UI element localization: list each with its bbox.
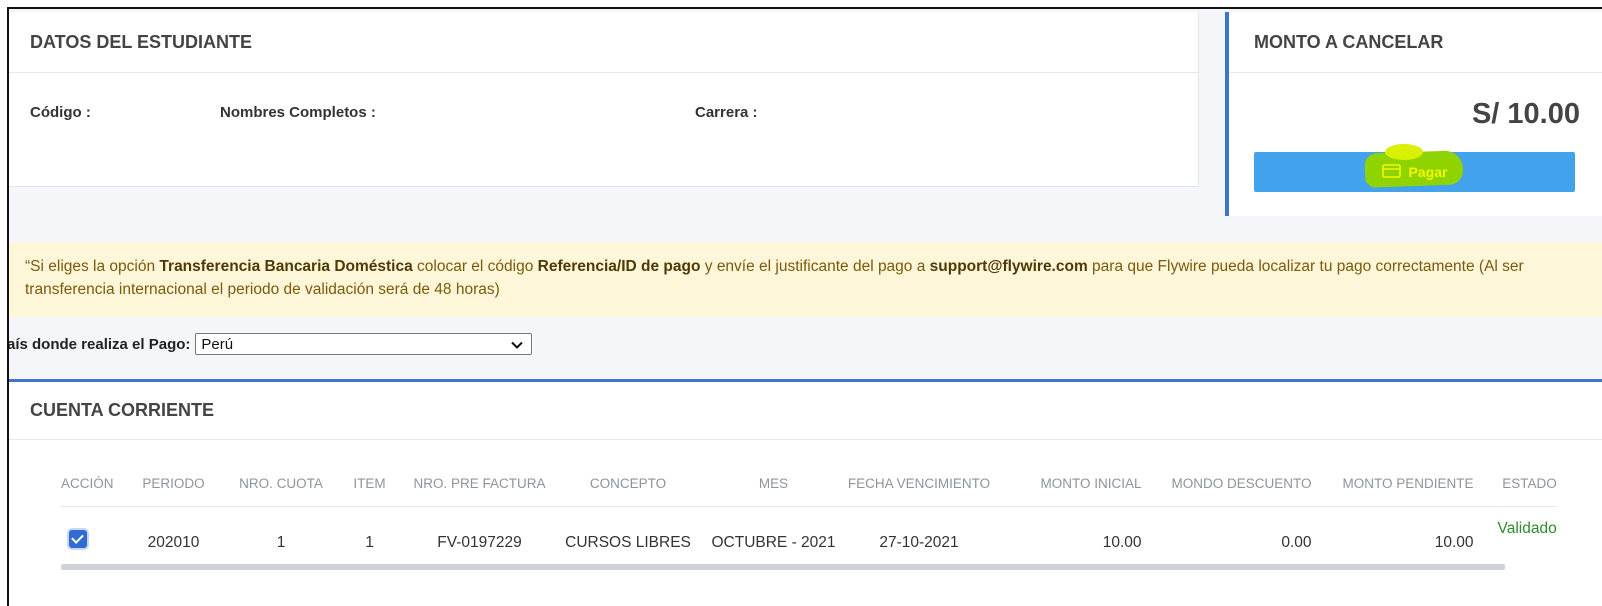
account-card: CUENTA CORRIENTE ACCIÓN PERIODO NRO. CUO… — [9, 379, 1602, 606]
col-estado: ESTADO — [1473, 476, 1557, 507]
col-item: ITEM — [328, 476, 411, 507]
notice-text-2: colocar el código — [412, 258, 538, 275]
col-accion: ACCIÓN — [61, 476, 114, 507]
col-mes: MES — [707, 476, 840, 507]
page-frame: DATOS DEL ESTUDIANTE Código : Nombres Co… — [7, 7, 1602, 606]
account-card-title: CUENTA CORRIENTE — [9, 382, 1602, 440]
pay-highlight-mark-top — [1385, 144, 1423, 160]
col-pendiente: MONTO PENDIENTE — [1311, 476, 1474, 507]
credit-card-icon — [1381, 163, 1401, 181]
notice-text-3: y envíe el justificante del pago a — [700, 258, 930, 275]
horizontal-scrollbar[interactable] — [61, 564, 1505, 570]
col-concepto: CONCEPTO — [548, 476, 708, 507]
notice-bold-transfer: Transferencia Bancaria Doméstica — [159, 258, 413, 275]
names-label: Nombres Completos : — [220, 104, 376, 121]
student-card-title: DATOS DEL ESTUDIANTE — [9, 12, 1198, 73]
col-monto-inicial: MONTO INICIAL — [998, 476, 1142, 507]
country-select[interactable]: Perú — [195, 333, 533, 355]
col-vencimiento: FECHA VENCIMIENTO — [839, 476, 999, 507]
row-select-checkbox[interactable] — [69, 530, 87, 548]
country-row: aís donde realiza el Pago: Perú — [7, 333, 533, 355]
col-periodo: PERIODO — [113, 476, 234, 507]
col-descuento: MONDO DESCUENTO — [1141, 476, 1312, 507]
chevron-down-icon — [511, 336, 524, 353]
transfer-notice: “Si eliges la opción Transferencia Banca… — [9, 242, 1602, 317]
pay-button-label: Pagar — [1408, 164, 1448, 180]
notice-bold-reference: Referencia/ID de pago — [537, 258, 701, 275]
country-label: aís donde realiza el Pago: — [7, 335, 191, 353]
amount-card: MONTO A CANCELAR S/ 10.00 Pagar — [1225, 12, 1602, 216]
student-card: DATOS DEL ESTUDIANTE Código : Nombres Co… — [9, 12, 1199, 187]
notice-bold-email: support@flywire.com — [929, 258, 1088, 275]
pay-button[interactable]: Pagar — [1254, 144, 1575, 192]
ledger-header-row: ACCIÓN PERIODO NRO. CUOTA ITEM NRO. PRE … — [61, 476, 1557, 507]
col-cuota: NRO. CUOTA — [233, 476, 329, 507]
col-prefactura: NRO. PRE FACTURA — [410, 476, 549, 507]
notice-text-1: “Si eliges la opción — [25, 258, 160, 275]
career-label: Carrera : — [695, 104, 758, 121]
amount-card-title: MONTO A CANCELAR — [1229, 12, 1602, 73]
amount-value: S/ 10.00 — [1471, 98, 1580, 130]
code-label: Código : — [30, 104, 91, 121]
ledger-table: ACCIÓN PERIODO NRO. CUOTA ITEM NRO. PRE … — [61, 476, 1557, 578]
country-selected-value: Perú — [201, 335, 234, 353]
